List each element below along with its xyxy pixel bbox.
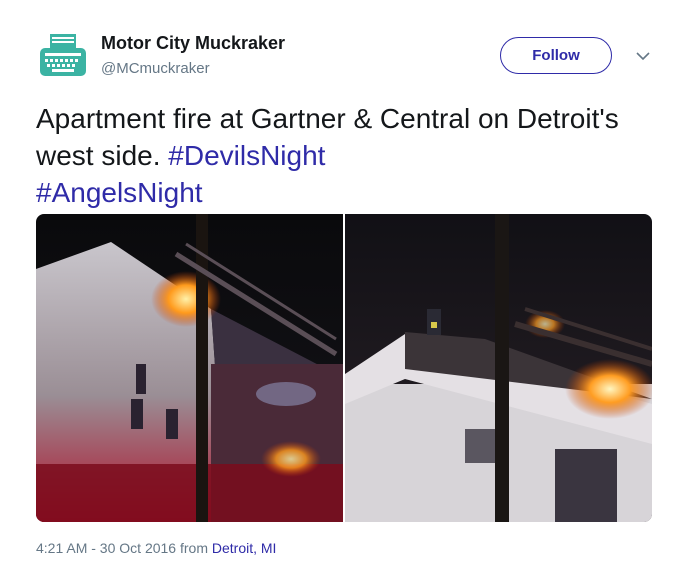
more-options-button[interactable] bbox=[633, 46, 653, 66]
media-grid bbox=[36, 214, 652, 522]
author-name[interactable]: Motor City Muckraker bbox=[101, 33, 285, 54]
author-handle[interactable]: @MCmuckraker bbox=[101, 60, 210, 77]
typewriter-icon bbox=[40, 34, 86, 76]
chevron-down-icon bbox=[636, 52, 650, 61]
avatar[interactable] bbox=[36, 28, 90, 82]
tweet-photo[interactable] bbox=[345, 214, 652, 522]
tweet-time[interactable]: 4:21 AM - 30 Oct 2016 bbox=[36, 540, 176, 556]
tweet-timestamp: 4:21 AM - 30 Oct 2016 from Detroit, MI bbox=[36, 540, 276, 556]
hashtag-link[interactable]: #AngelsNight bbox=[36, 177, 203, 208]
follow-button[interactable]: Follow bbox=[500, 37, 612, 74]
tweet-photo[interactable] bbox=[36, 214, 343, 522]
from-label: from bbox=[179, 540, 208, 556]
hashtag-link[interactable]: #DevilsNight bbox=[168, 140, 325, 171]
tweet-body: Apartment fire at Gartner & Central on D… bbox=[36, 103, 619, 171]
tweet-text: Apartment fire at Gartner & Central on D… bbox=[36, 100, 646, 211]
tweet-location[interactable]: Detroit, MI bbox=[212, 540, 277, 556]
